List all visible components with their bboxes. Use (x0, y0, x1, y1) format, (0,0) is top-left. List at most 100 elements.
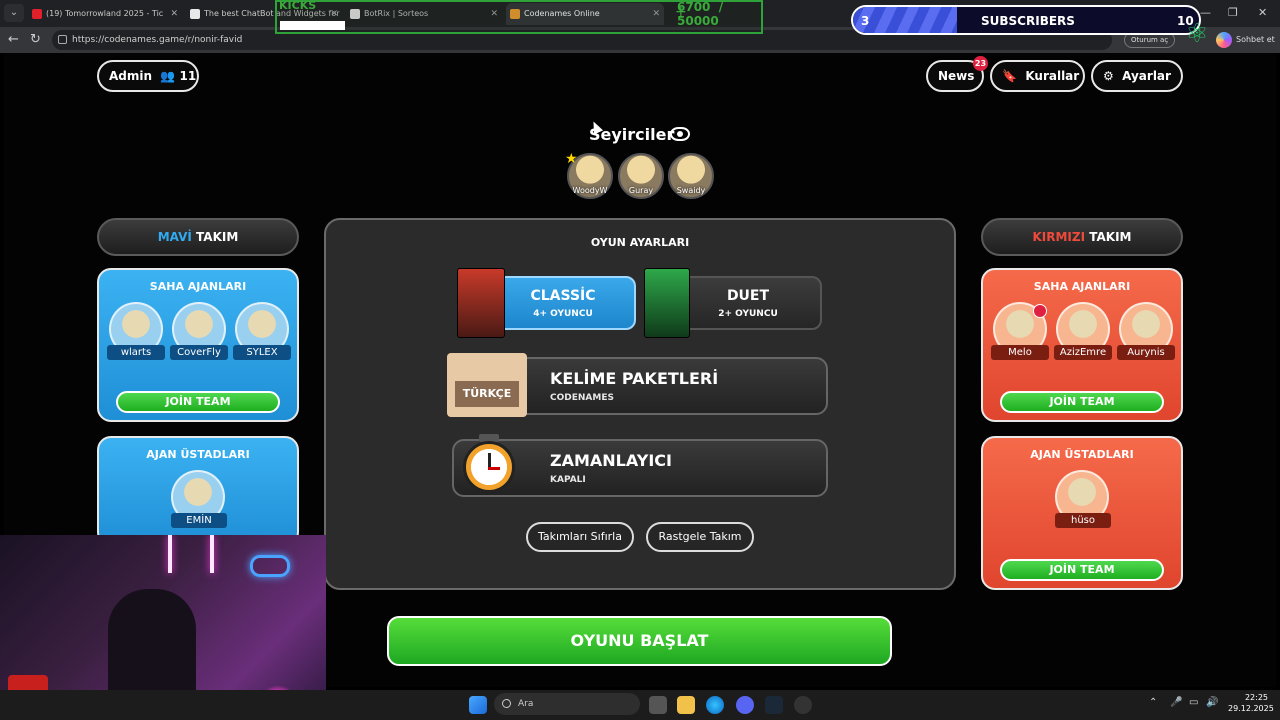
windows-taskbar (0, 690, 1280, 720)
word-pack-sub: CODENAMES (550, 393, 614, 403)
start-game-button[interactable]: OYUNU BAŞLAT (387, 616, 892, 666)
neon-light (210, 535, 214, 573)
no-connection-icon (1033, 304, 1047, 318)
admin-button[interactable]: Admin 👥 11 (97, 60, 199, 92)
youtube-icon (32, 9, 42, 19)
stopwatch-icon (463, 441, 515, 493)
site-icon (190, 9, 200, 19)
start-icon[interactable] (469, 696, 487, 714)
spectator-name: Swaidy (676, 186, 706, 195)
agent-name: Aurynis (1117, 345, 1175, 360)
microphone-icon[interactable]: 🎤 (1170, 697, 1182, 708)
taskbar-clock[interactable]: 22:25 29.12.2025 (1228, 692, 1274, 714)
blue-field-agents-card: SAHA AJANLARI wlarts CoverFly SYLEX JOİN… (97, 268, 299, 422)
red-spymaster-join-button[interactable]: JOİN TEAM (1000, 559, 1164, 581)
blue-field-agents-title: SAHA AJANLARI (149, 280, 247, 293)
copilot-icon (1216, 32, 1232, 48)
steam-icon[interactable] (765, 696, 783, 714)
red-team-word: TAKIM (1089, 230, 1132, 244)
blue-join-team-button[interactable]: JOİN TEAM (116, 391, 280, 413)
red-spymasters-card: AJAN ÜSTADLARI hüso JOİN TEAM (981, 436, 1183, 590)
discord-icon[interactable] (736, 696, 754, 714)
random-teams-button[interactable]: Rastgele Takım (646, 522, 754, 552)
close-icon[interactable]: ✕ (170, 3, 178, 25)
taskbar-search[interactable]: Ara (494, 693, 640, 715)
url-text: https://codenames.game/r/nonir-favid (72, 35, 243, 45)
bookmark-icon: 🔖 (1002, 69, 1022, 83)
volume-icon[interactable]: 🔊 (1206, 697, 1218, 708)
edge-icon[interactable] (706, 696, 724, 714)
kicks-current: 6700 (677, 0, 711, 14)
maximize-icon[interactable]: ❐ (1228, 6, 1238, 19)
news-button[interactable]: News 23 (926, 56, 988, 92)
subscribers-goal-widget: 3 SUBSCRIBERS 10 (851, 5, 1201, 35)
kicks-label: KICKS (279, 0, 317, 12)
blue-team-color-word: MAVİ (157, 230, 192, 244)
gear-icon: ⚙ (1103, 69, 1118, 83)
duet-box-image (644, 268, 690, 338)
agent-name: AzizEmre (1054, 345, 1112, 360)
word-pack-image: TÜRKÇE (447, 353, 527, 417)
agent-name: Melo (991, 345, 1049, 360)
red-field-agents-title: SAHA AJANLARI (1033, 280, 1131, 293)
chevron-up-icon[interactable]: ⌃ (1149, 697, 1157, 708)
search-placeholder: Ara (518, 699, 534, 709)
blue-spymasters-title: AJAN ÜSTADLARI (146, 448, 250, 461)
timer-sub: KAPALI (550, 475, 586, 485)
kicks-count: 6700 / 50000 (677, 0, 761, 28)
player-count: 11 (179, 69, 197, 83)
players-icon: 👥 (156, 69, 176, 83)
star-icon: ★ (565, 151, 578, 167)
file-explorer-icon[interactable] (677, 696, 695, 714)
news-badge: 23 (973, 56, 988, 71)
news-label: News (938, 69, 975, 83)
neon-light (168, 535, 172, 573)
task-view-icon[interactable] (649, 696, 667, 714)
copilot-button[interactable]: Sohbet et (1214, 31, 1275, 49)
gamepad-neon-icon (250, 555, 290, 577)
refresh-icon[interactable]: ↻ (30, 32, 41, 47)
clock-time: 22:25 (1244, 693, 1268, 702)
lock-icon (58, 35, 67, 44)
rules-label: Kurallar (1025, 69, 1080, 83)
copilot-label: Sohbet et (1236, 35, 1275, 44)
spymaster-name: EMİN (171, 513, 227, 528)
spymaster-name: hüso (1055, 513, 1111, 528)
classic-box-image (457, 268, 505, 338)
settings-title: OYUN AYARLARI (590, 236, 690, 249)
agent-name: SYLEX (233, 345, 291, 360)
blue-spymasters-card: AJAN ÜSTADLARI EMİN (97, 436, 299, 546)
browser-tab-1[interactable]: (19) Tomorrowland 2025 - Tic ✕ (28, 3, 182, 25)
timer-title: ZAMANLAYICI (550, 451, 672, 470)
word-pack-badge: TÜRKÇE (455, 381, 519, 407)
red-field-agents-card: SAHA AJANLARI Melo AzizEmre Aurynis JOİN… (981, 268, 1183, 422)
close-window-icon[interactable]: ✕ (1258, 6, 1267, 19)
back-icon[interactable]: ← (8, 32, 19, 47)
admin-label: Admin (109, 69, 153, 83)
rules-button[interactable]: 🔖 Kurallar (990, 60, 1085, 92)
network-icon[interactable]: ▭ (1189, 697, 1198, 708)
blue-team-word: TAKIM (196, 230, 239, 244)
tab-list-button[interactable]: ⌄ (4, 4, 24, 22)
blue-team-title: MAVİ TAKIM (97, 218, 299, 256)
spectator-name: WoodyW (572, 186, 608, 195)
tab-label: (19) Tomorrowland 2025 - Tic (46, 9, 164, 18)
agent-name: CoverFly (170, 345, 228, 360)
kicks-progress-bar (280, 21, 345, 30)
settings-button[interactable]: ⚙ Ayarlar (1091, 60, 1183, 92)
reset-teams-button[interactable]: Takımları Sıfırla (526, 522, 634, 552)
red-join-team-button[interactable]: JOİN TEAM (1000, 391, 1164, 413)
clock-date: 29.12.2025 (1228, 704, 1274, 713)
obs-icon[interactable] (794, 696, 812, 714)
word-pack-title: KELİME PAKETLERİ (550, 369, 719, 388)
search-icon (502, 699, 511, 708)
streamer-logo-icon: ⚛ (1185, 19, 1209, 49)
red-spymasters-title: AJAN ÜSTADLARI (1030, 448, 1134, 461)
kicks-goal-widget: KICKS + 6700 / 50000 (275, 0, 763, 34)
settings-label: Ayarlar (1122, 69, 1171, 83)
subscribers-title: SUBSCRIBERS (981, 14, 1075, 28)
subscribers-current: 3 (861, 14, 870, 28)
red-team-color-word: KIRMIZI (1032, 230, 1086, 244)
red-team-title: KIRMIZI TAKIM (981, 218, 1183, 256)
agent-name: wlarts (107, 345, 165, 360)
